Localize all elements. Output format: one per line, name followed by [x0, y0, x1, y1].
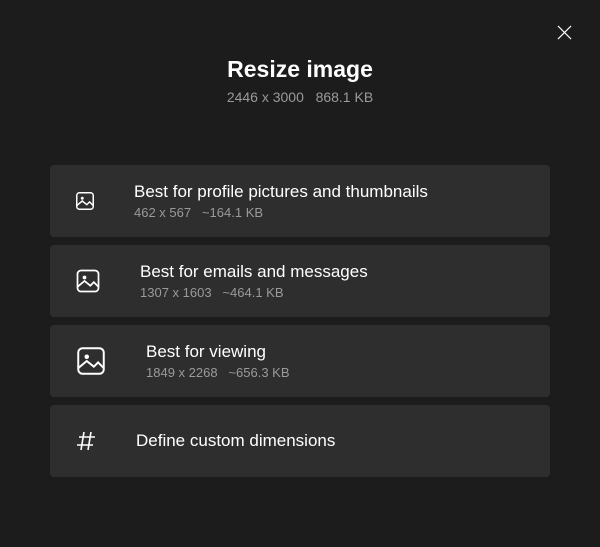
option-email[interactable]: Best for emails and messages 1307 x 1603…	[50, 245, 550, 317]
option-text: Define custom dimensions	[136, 431, 335, 451]
option-viewing[interactable]: Best for viewing 1849 x 2268 ~656.3 KB	[50, 325, 550, 397]
option-thumbnail[interactable]: Best for profile pictures and thumbnails…	[50, 165, 550, 237]
current-dimensions: 2446 x 3000	[227, 89, 304, 105]
resize-options-list: Best for profile pictures and thumbnails…	[0, 165, 600, 477]
option-title: Best for viewing	[146, 342, 290, 362]
option-title: Best for emails and messages	[140, 262, 368, 282]
close-button[interactable]	[550, 18, 578, 46]
option-sub: 1849 x 2268 ~656.3 KB	[146, 365, 290, 380]
option-sub: 1307 x 1603 ~464.1 KB	[140, 285, 368, 300]
image-medium-icon	[74, 267, 102, 295]
option-custom[interactable]: Define custom dimensions	[50, 405, 550, 477]
option-title: Define custom dimensions	[136, 431, 335, 451]
option-text: Best for emails and messages 1307 x 1603…	[140, 262, 368, 300]
option-title: Best for profile pictures and thumbnails	[134, 182, 428, 202]
dialog-header: Resize image 2446 x 3000 868.1 KB	[0, 0, 600, 105]
current-filesize: 868.1 KB	[316, 89, 374, 105]
option-text: Best for profile pictures and thumbnails…	[134, 182, 428, 220]
dialog-title: Resize image	[0, 56, 600, 83]
option-sub: 462 x 567 ~164.1 KB	[134, 205, 428, 220]
option-text: Best for viewing 1849 x 2268 ~656.3 KB	[146, 342, 290, 380]
image-large-icon	[74, 344, 108, 378]
hash-icon	[74, 429, 98, 453]
close-icon	[557, 25, 572, 40]
dialog-subtitle: 2446 x 3000 868.1 KB	[0, 89, 600, 105]
image-small-icon	[74, 190, 96, 212]
